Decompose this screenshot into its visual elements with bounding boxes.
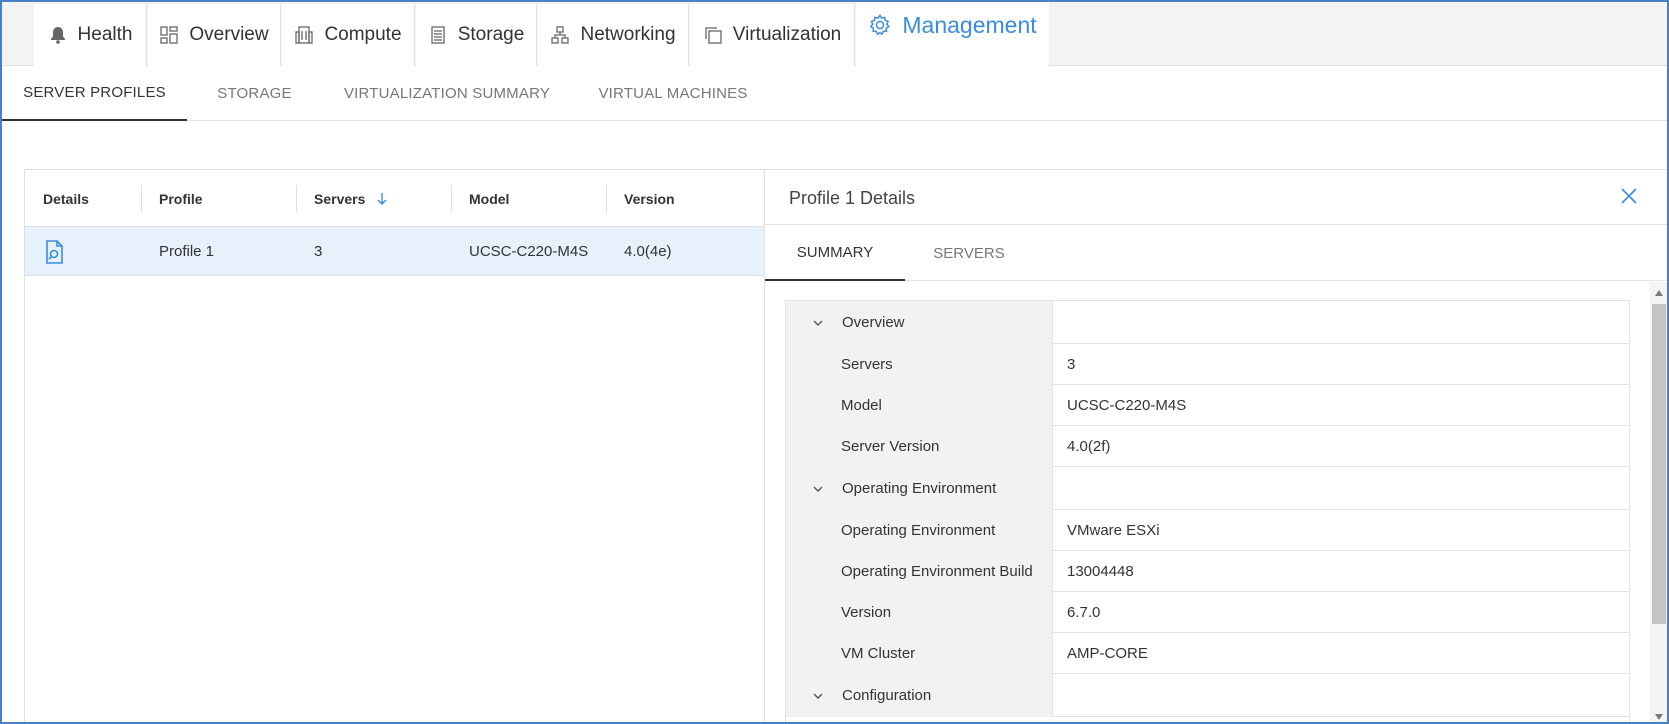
property-label: Operating Environment Build <box>786 551 1053 592</box>
chevron-down-icon[interactable] <box>812 483 824 495</box>
close-icon[interactable] <box>1619 186 1639 206</box>
property-label: VM Cluster <box>786 633 1053 674</box>
tab-networking[interactable]: Networking <box>538 4 689 66</box>
property-value: 6.7.0 <box>1067 604 1101 621</box>
section-value <box>1053 467 1629 510</box>
column-header-version[interactable]: Version <box>606 170 765 227</box>
servers-cell: 3 <box>314 243 323 260</box>
section-header: Configuration <box>786 674 1053 717</box>
property-label: Model <box>786 385 1053 426</box>
sort-down-arrow-icon[interactable] <box>375 191 389 207</box>
property-row: Model UCSC-C220-M4S <box>786 385 1629 426</box>
property-value: AMP-CORE <box>1067 645 1148 662</box>
tab-virtualization[interactable]: Virtualization <box>690 4 855 66</box>
column-header-servers[interactable]: Servers <box>296 170 451 227</box>
section-value <box>1053 674 1629 717</box>
windows-icon <box>705 27 722 44</box>
section-overview[interactable]: Overview <box>786 301 1629 344</box>
section-configuration[interactable]: Configuration <box>786 674 1629 717</box>
section-value <box>1053 301 1629 344</box>
subtab-virtual-machines[interactable]: VIRTUAL MACHINES <box>572 66 774 121</box>
tab-label: Health <box>77 24 133 45</box>
property-row: Operating Environment VMware ESXi <box>786 510 1629 551</box>
network-icon <box>551 26 570 44</box>
tab-servers[interactable]: SERVERS <box>905 225 1033 281</box>
gear-icon <box>870 14 891 36</box>
subtab-server-profiles[interactable]: SERVER PROFILES <box>2 66 187 121</box>
property-value: 3 <box>1067 356 1076 373</box>
summary-property-table: Overview Servers 3 Model UCSC-C220-M4S S… <box>785 300 1630 722</box>
tab-label: Overview <box>189 24 269 45</box>
version-cell: 4.0(4e) <box>624 243 672 260</box>
scroll-down-arrow-icon[interactable] <box>1655 714 1663 720</box>
property-row: Servers 3 <box>786 344 1629 385</box>
section-label: Configuration <box>842 687 932 704</box>
section-header: Overview <box>786 301 1053 344</box>
property-value: 4.0(2f) <box>1067 438 1111 455</box>
tab-health[interactable]: Health <box>34 4 147 66</box>
bell-icon <box>50 27 65 44</box>
property-label: Version <box>786 592 1053 633</box>
tab-label: Management <box>902 12 1037 38</box>
section-header: Operating Environment <box>786 467 1053 510</box>
property-row: VM Cluster AMP-CORE <box>786 633 1629 674</box>
property-value: 13004448 <box>1067 563 1134 580</box>
section-label: Overview <box>842 314 905 331</box>
tab-overview[interactable]: Overview <box>148 4 281 66</box>
property-label: Server Version <box>786 426 1053 467</box>
sub-tab-bar: SERVER PROFILES STORAGE VIRTUALIZATION S… <box>2 66 1667 121</box>
tab-storage[interactable]: Storage <box>416 4 537 66</box>
property-label: Servers <box>786 344 1053 385</box>
chevron-down-icon[interactable] <box>812 690 824 702</box>
table-header: Details Profile Servers Model Version <box>25 170 765 227</box>
tab-compute[interactable]: Compute <box>282 4 415 66</box>
section-operating-environment[interactable]: Operating Environment <box>786 467 1629 510</box>
scroll-up-arrow-icon[interactable] <box>1655 290 1663 296</box>
property-row: Server Version 4.0(2f) <box>786 426 1629 467</box>
subtab-virtualization-summary[interactable]: VIRTUALIZATION SUMMARY <box>322 66 572 121</box>
property-value: VMware ESXi <box>1067 522 1160 539</box>
property-label: Operating Environment <box>786 510 1053 551</box>
section-label: Operating Environment <box>842 480 997 497</box>
tab-label: Networking <box>580 24 676 45</box>
app-frame: Health Overview Compute Storage Networki… <box>0 0 1669 724</box>
column-header-profile[interactable]: Profile <box>141 170 296 227</box>
profiles-table: Details Profile Servers Model Version Pr… <box>24 169 765 722</box>
tab-summary[interactable]: SUMMARY <box>765 225 905 281</box>
tab-label: Virtualization <box>732 24 842 45</box>
column-header-model[interactable]: Model <box>451 170 606 227</box>
dashboard-icon <box>160 26 179 44</box>
details-header: Profile 1 Details <box>765 170 1667 225</box>
model-cell: UCSC-C220-M4S <box>469 243 589 260</box>
details-scrollbar[interactable] <box>1650 282 1667 722</box>
view-details-icon[interactable] <box>43 239 65 265</box>
top-tab-bar: Health Overview Compute Storage Networki… <box>2 2 1667 66</box>
subtab-storage[interactable]: STORAGE <box>187 66 322 121</box>
profile-cell: Profile 1 <box>159 243 215 260</box>
table-row[interactable]: Profile 1 3 UCSC-C220-M4S 4.0(4e) <box>25 227 765 276</box>
chevron-down-icon[interactable] <box>812 317 824 329</box>
building-icon <box>295 26 314 44</box>
property-value: UCSC-C220-M4S <box>1067 397 1187 414</box>
property-row: Version 6.7.0 <box>786 592 1629 633</box>
scrollbar-thumb[interactable] <box>1652 304 1666 624</box>
details-cell <box>25 227 141 276</box>
tab-management[interactable]: Management <box>856 2 1049 66</box>
tab-label: Compute <box>324 24 402 45</box>
profile-details-panel: Profile 1 Details SUMMARY SERVERS Overvi… <box>764 169 1667 722</box>
property-row: Operating Environment Build 13004448 <box>786 551 1629 592</box>
storage-icon <box>431 26 445 44</box>
column-header-details[interactable]: Details <box>25 170 141 227</box>
details-tab-bar: SUMMARY SERVERS <box>765 225 1667 281</box>
details-title: Profile 1 Details <box>789 188 916 208</box>
tab-label: Storage <box>457 24 525 45</box>
column-header-label: Servers <box>314 190 366 207</box>
